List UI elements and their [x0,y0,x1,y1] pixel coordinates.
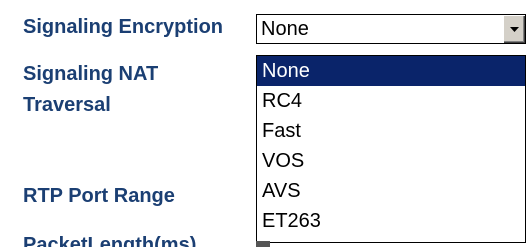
encryption-options-list: None RC4 Fast VOS AVS ET263 [256,55,526,243]
signaling-encryption-select[interactable]: None [256,14,526,44]
option-vos[interactable]: VOS [257,146,525,176]
settings-form: Signaling Encryption Signaling NAT Trave… [0,0,528,247]
underlying-control-fragment [256,241,270,247]
option-fast[interactable]: Fast [257,116,525,146]
rtp-port-range-label: RTP Port Range [23,185,175,207]
option-rc4[interactable]: RC4 [257,86,525,116]
dropdown-arrow-button[interactable] [503,15,525,43]
option-et263[interactable]: ET263 [257,206,525,236]
packet-length-label: PacketLength(ms) [23,234,197,247]
signaling-nat-label-line2: Traversal [23,94,111,116]
option-none[interactable]: None [257,56,525,86]
signaling-encryption-label: Signaling Encryption [23,16,224,38]
signaling-nat-label-line1: Signaling NAT [23,63,159,85]
select-current-value: None [261,18,309,40]
option-avs[interactable]: AVS [257,176,525,206]
chevron-down-icon [510,27,519,32]
